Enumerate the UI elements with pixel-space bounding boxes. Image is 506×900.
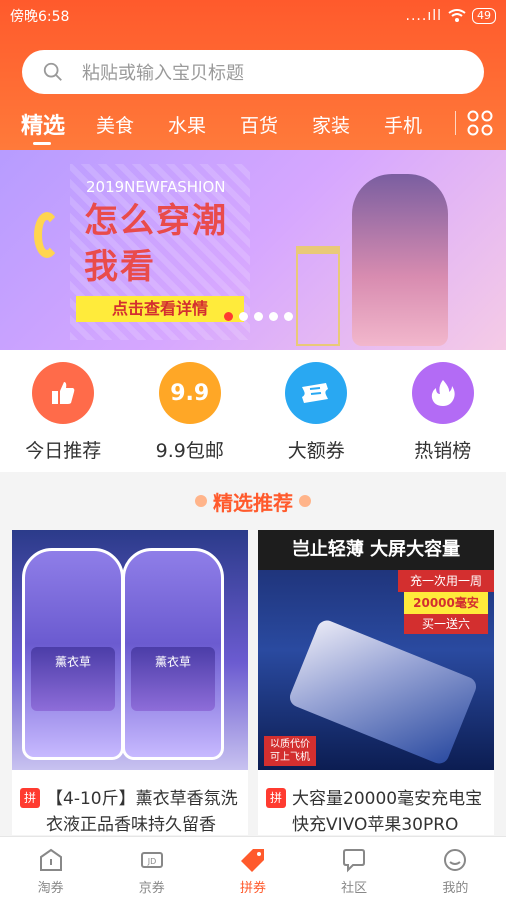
section-title: 精选推荐	[213, 490, 293, 515]
fire-icon	[411, 362, 474, 424]
detergent-bottle-illustration: 薰衣草	[122, 548, 224, 760]
product-grid: 薰衣草 薰衣草 拼 【4-10斤】薰衣草香氛洗衣液正品香味持久留香 岂止轻薄 大…	[12, 530, 494, 835]
app-header: 傍晚6:58 ....ıll 49 粘贴或输入宝贝标题 精选 美食 水果 百货 …	[0, 0, 506, 150]
product-title-row: 拼 大容量20000毫安充电宝快充VIVO苹果30PRO	[258, 770, 494, 835]
bottle-label: 薰衣草	[131, 647, 215, 711]
banner-year-text: 2019NEWFASHION	[86, 178, 226, 196]
tab-pinquan[interactable]: 拼券	[202, 837, 303, 900]
jd-icon: JD	[140, 852, 163, 868]
promo-banner[interactable]: 2019NEWFASHION 怎么穿潮我看 点击查看详情	[0, 150, 506, 350]
product-promo-tag: 充一次用一周	[398, 570, 494, 592]
banner-model-illustration	[352, 174, 448, 346]
tab-label: 拼券	[239, 881, 266, 896]
wifi-icon	[448, 9, 466, 22]
banner-headline: 怎么穿潮我看	[84, 201, 228, 287]
tab-shequ[interactable]: 社区	[304, 837, 405, 900]
pin-badge: 拼	[266, 788, 286, 808]
bottom-tab-bar: 淘券 JD 京券 拼券 社区 我的	[0, 836, 506, 900]
product-image[interactable]: 薰衣草 薰衣草	[12, 530, 248, 770]
signal-icon: ....ıll	[405, 8, 442, 24]
thumbs-up-icon	[32, 362, 95, 424]
banner-cta-button[interactable]: 点击查看详情	[76, 296, 244, 322]
product-offer-tag: 买一送六	[404, 614, 488, 634]
status-icons: ....ıll 49	[406, 8, 496, 24]
banner-dot[interactable]	[254, 312, 263, 321]
status-bar: 傍晚6:58 ....ıll 49	[0, 0, 506, 32]
banner-pagination	[224, 312, 293, 321]
quick-link-9-9[interactable]: 9.9 9.9包邮	[127, 350, 254, 472]
section-decoration	[195, 495, 207, 507]
tag-icon	[240, 849, 264, 872]
section-header: 精选推荐	[0, 478, 506, 524]
search-bar[interactable]: 粘贴或输入宝贝标题	[22, 50, 484, 94]
tab-shouji[interactable]: 手机	[374, 111, 432, 138]
product-title-row: 拼 【4-10斤】薰衣草香氛洗衣液正品香味持久留香	[12, 770, 248, 835]
banner-dot[interactable]	[224, 312, 233, 321]
search-input[interactable]: 粘贴或输入宝贝标题	[82, 59, 244, 85]
quick-link-hot[interactable]: 热销榜	[380, 350, 506, 472]
tab-jingquan[interactable]: JD 京券	[101, 837, 202, 900]
banner-ring-decoration	[34, 212, 60, 258]
product-flight-tag: 以质代价 可上飞机	[264, 736, 316, 766]
tab-jingxuan[interactable]: 精选	[14, 108, 72, 145]
tab-label: 社区	[341, 881, 368, 896]
tab-shuiguo[interactable]: 水果	[158, 111, 216, 138]
bottle-label: 薰衣草	[31, 647, 115, 711]
product-banner-text: 岂止轻薄 大屏大容量	[258, 530, 494, 570]
tao-icon	[39, 848, 62, 871]
product-title[interactable]: 大容量20000毫安充电宝快充VIVO苹果30PRO	[292, 786, 486, 835]
pin-badge: 拼	[20, 788, 40, 808]
category-tabs: 精选 美食 水果 百货 家装 手机	[0, 103, 506, 145]
tab-divider	[455, 111, 456, 135]
quick-link-label: 大额券	[287, 440, 345, 462]
product-capacity-tag: 20000毫安	[404, 592, 488, 614]
product-image[interactable]: 岂止轻薄 大屏大容量 充一次用一周 20000毫安 买一送六 以质代价 可上飞机	[258, 530, 494, 770]
quick-links: 今日推荐 9.9 9.9包邮 大额券 热销榜	[0, 350, 506, 472]
tab-label: 淘券	[37, 881, 64, 896]
battery-icon: 49	[472, 8, 496, 24]
product-card[interactable]: 岂止轻薄 大屏大容量 充一次用一周 20000毫安 买一送六 以质代价 可上飞机…	[258, 530, 494, 835]
banner-dot[interactable]	[284, 312, 293, 321]
category-grid-icon[interactable]	[466, 109, 494, 137]
banner-stand-illustration	[296, 246, 340, 346]
quick-link-label: 9.9包邮	[155, 440, 224, 462]
profile-icon	[444, 849, 467, 871]
quick-link-label: 今日推荐	[25, 440, 102, 462]
nine-nine-icon: 9.9	[158, 362, 221, 424]
svg-text:JD: JD	[147, 857, 157, 866]
banner-dot[interactable]	[269, 312, 278, 321]
quick-link-label: 热销榜	[414, 440, 472, 462]
tab-label: 京券	[138, 881, 165, 896]
product-title[interactable]: 【4-10斤】薰衣草香氛洗衣液正品香味持久留香	[46, 786, 240, 835]
banner-dot[interactable]	[239, 312, 248, 321]
status-time: 傍晚6:58	[10, 9, 70, 25]
search-icon	[43, 62, 62, 81]
tab-taoquan[interactable]: 淘券	[0, 837, 101, 900]
quick-link-today[interactable]: 今日推荐	[0, 350, 127, 472]
tab-wode[interactable]: 我的	[405, 837, 506, 900]
detergent-bottle-illustration: 薰衣草	[22, 548, 124, 760]
tab-baihuo[interactable]: 百货	[230, 111, 288, 138]
tab-label: 我的	[442, 881, 469, 896]
quick-link-coupon[interactable]: 大额券	[253, 350, 380, 472]
section-decoration	[299, 495, 311, 507]
ticket-icon	[285, 362, 348, 424]
tab-jiazhuang[interactable]: 家装	[302, 111, 360, 138]
product-card[interactable]: 薰衣草 薰衣草 拼 【4-10斤】薰衣草香氛洗衣液正品香味持久留香	[12, 530, 248, 835]
tab-meishi[interactable]: 美食	[86, 111, 144, 138]
chat-icon	[343, 849, 366, 873]
